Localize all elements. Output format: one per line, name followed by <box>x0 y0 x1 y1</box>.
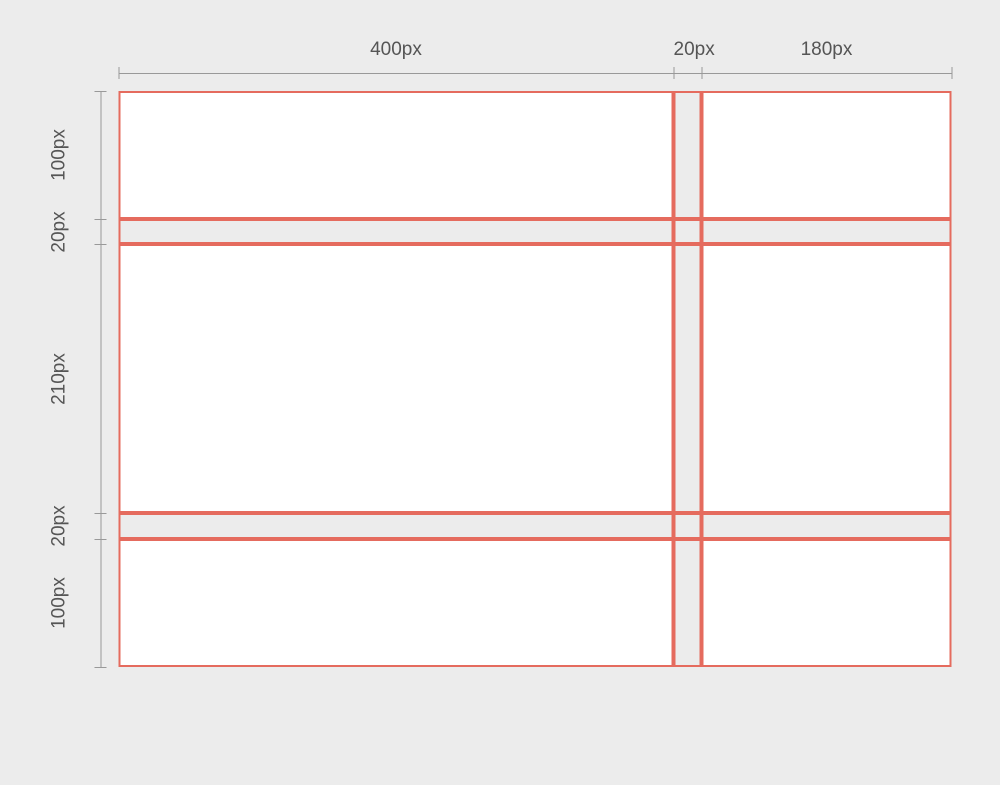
row-label: 20px <box>49 211 71 252</box>
grid-cell <box>702 244 952 513</box>
grid-gap-cell <box>674 244 702 513</box>
grid-gap-cell <box>702 219 952 244</box>
grid-gap-cell <box>674 91 702 219</box>
grid-gap-cell <box>674 219 702 244</box>
column-ruler: 400px20px180px <box>119 39 952 79</box>
column-labels: 400px20px180px <box>119 39 952 67</box>
row-ruler: 100px 20px 210px 20px 100px <box>49 91 119 667</box>
grid-gap-cell <box>119 219 674 244</box>
row-label: 100px <box>49 577 71 629</box>
grid-cell <box>119 91 674 219</box>
column-ticks <box>119 67 952 79</box>
grid-gap-cell <box>119 513 674 539</box>
grid-gap-cell <box>674 513 702 539</box>
row-labels: 100px 20px 210px 20px 100px <box>49 91 95 667</box>
row-label: 20px <box>49 506 71 547</box>
row-ticks <box>95 91 107 667</box>
column-label: 180px <box>702 39 952 61</box>
grid-cell <box>702 91 952 219</box>
row-label: 210px <box>49 353 71 405</box>
grid-cell <box>702 539 952 667</box>
grid-diagram <box>119 91 952 667</box>
grid-gap-cell <box>674 539 702 667</box>
column-label: 400px <box>119 39 674 61</box>
column-label: 20px <box>674 39 702 61</box>
grid-gap-cell <box>702 513 952 539</box>
grid-cell <box>119 244 674 513</box>
grid-cell <box>119 539 674 667</box>
row-label: 100px <box>49 129 71 181</box>
